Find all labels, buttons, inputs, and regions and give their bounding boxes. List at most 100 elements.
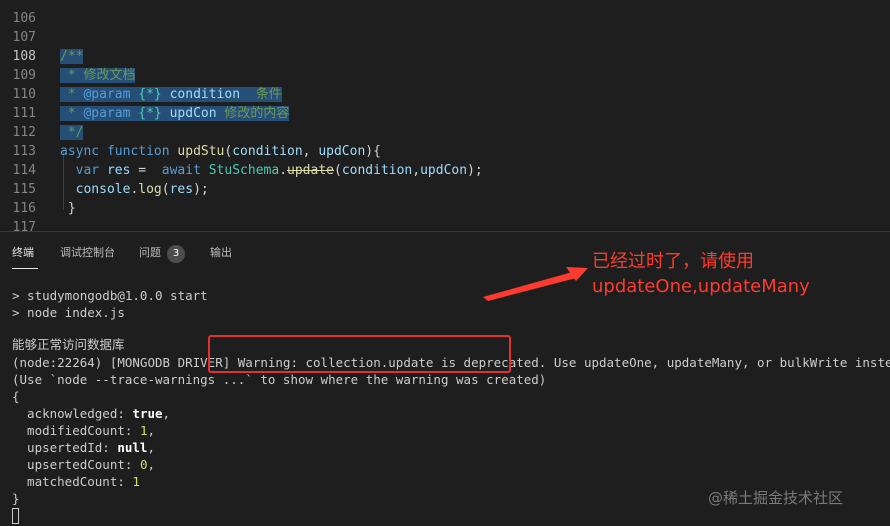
code-line: 114 var res = await StuSchema.update(con…	[0, 161, 890, 180]
code-line: 116 }	[0, 199, 890, 218]
result-comma: ,	[147, 423, 155, 438]
code-token: updCon	[318, 144, 366, 159]
result-comma: ,	[147, 440, 155, 455]
deprecation-highlight-box	[208, 335, 511, 373]
code-token: @param	[83, 87, 131, 102]
watermark: @稀土掘金技术社区	[708, 489, 844, 507]
code-token: condition	[169, 87, 241, 102]
annotation-arrow-icon	[483, 267, 588, 301]
code-token: .	[279, 163, 288, 178]
code-token: var	[75, 163, 100, 178]
code-line: 110 * @param {*} condition 条件	[0, 85, 890, 104]
code-line: 111 * @param {*} updCon 修改的内容	[0, 104, 890, 123]
code-token: updCon	[420, 163, 468, 178]
code-token: * 修改文档	[60, 68, 136, 83]
terminal-line: (Use `node --trace-warnings ...` to show…	[12, 372, 547, 387]
line-number: 114	[12, 163, 36, 178]
code-line: 109 * 修改文档	[0, 66, 890, 85]
terminal-line: }	[12, 491, 20, 506]
code-token: 修改的内容	[216, 106, 290, 121]
code-text: /**	[60, 47, 84, 66]
active-tab-indicator	[12, 268, 38, 269]
result-key: upsertedId:	[12, 440, 118, 455]
code-text: async function updStu(condition, updCon)…	[60, 142, 381, 161]
result-upserted-id: upsertedId: null,	[12, 439, 155, 456]
code-text: */	[60, 123, 84, 142]
terminal-line: 能够正常访问数据库	[12, 337, 125, 352]
code-text: * 修改文档	[60, 66, 136, 85]
code-line: 107	[0, 28, 890, 47]
line-number: 111	[12, 106, 36, 121]
code-token: *	[60, 87, 84, 102]
result-acknowledged: acknowledged: true,	[12, 405, 170, 422]
result-modified-count: modifiedCount: 1,	[12, 422, 155, 439]
result-key: upsertedCount:	[12, 457, 140, 472]
line-number: 109	[12, 68, 36, 83]
code-token: condition	[232, 144, 303, 159]
code-token: 条件	[240, 87, 282, 102]
result-matched-count: matchedCount: 1	[12, 473, 140, 490]
terminal-cursor	[12, 508, 19, 524]
terminal-line: > node index.js	[12, 305, 125, 320]
code-token: {*}	[138, 106, 162, 121]
code-line: 117	[0, 218, 890, 231]
result-upserted-count: upsertedCount: 0,	[12, 456, 155, 473]
tab-problems[interactable]: 问题 3	[139, 244, 185, 263]
code-token: ){	[365, 144, 381, 159]
tab-terminal[interactable]: 终端	[12, 244, 34, 262]
terminal-line: > studymongodb@1.0.0 start	[12, 288, 208, 303]
code-text: console.log(res);	[60, 180, 209, 199]
code-line: 112 */	[0, 123, 890, 142]
code-token: function	[106, 144, 170, 159]
line-number: 106	[12, 11, 36, 26]
line-number: 115	[12, 182, 36, 197]
code-line: 106	[0, 9, 890, 28]
result-value: 1	[132, 474, 140, 489]
code-token: StuSchema	[208, 163, 280, 178]
code-token: (	[333, 163, 342, 178]
code-text: * @param {*} updCon 修改的内容	[60, 104, 290, 123]
code-text: var res = await StuSchema.update(conditi…	[60, 161, 483, 180]
code-token: );	[193, 182, 209, 197]
code-token: *	[60, 106, 84, 121]
line-number: 107	[12, 30, 36, 45]
code-token: }	[60, 201, 76, 216]
annotation-line-2: updateOne,updateMany	[592, 276, 810, 297]
line-number: 117	[12, 220, 36, 231]
result-comma: ,	[147, 457, 155, 472]
code-token: /**	[60, 49, 84, 64]
tab-output[interactable]: 输出	[210, 244, 232, 262]
line-number: 116	[12, 201, 36, 216]
code-token: await	[161, 163, 201, 178]
line-number: 108	[12, 49, 36, 64]
code-token: */	[60, 125, 84, 140]
line-number: 113	[12, 144, 36, 159]
line-number: 112	[12, 125, 36, 140]
code-token: update	[287, 163, 334, 178]
result-value: true	[132, 406, 163, 421]
code-line: 108 /**	[0, 47, 890, 66]
code-editor[interactable]: 106 107 108/** 109 * 修改文档 110 * @param {*} c…	[0, 0, 890, 231]
code-token: (	[161, 182, 170, 197]
tab-debug-console[interactable]: 调试控制台	[60, 244, 115, 262]
code-token	[161, 87, 170, 102]
code-token: {*}	[138, 87, 162, 102]
result-comma: ,	[162, 406, 171, 421]
annotation-line-1: 已经过时了，请使用	[592, 251, 754, 272]
code-token: async	[60, 144, 100, 159]
line-number: 110	[12, 87, 36, 102]
code-token: res	[106, 163, 131, 178]
code-token: condition	[341, 163, 413, 178]
code-text: * @param {*} condition 条件	[60, 85, 282, 104]
code-token: @param	[83, 106, 131, 121]
result-key: matchedCount:	[12, 474, 133, 489]
code-text: }	[60, 199, 76, 218]
code-token: console	[75, 182, 131, 197]
code-token	[161, 106, 170, 121]
code-token: =	[130, 163, 162, 178]
code-line: 115 console.log(res);	[0, 180, 890, 199]
